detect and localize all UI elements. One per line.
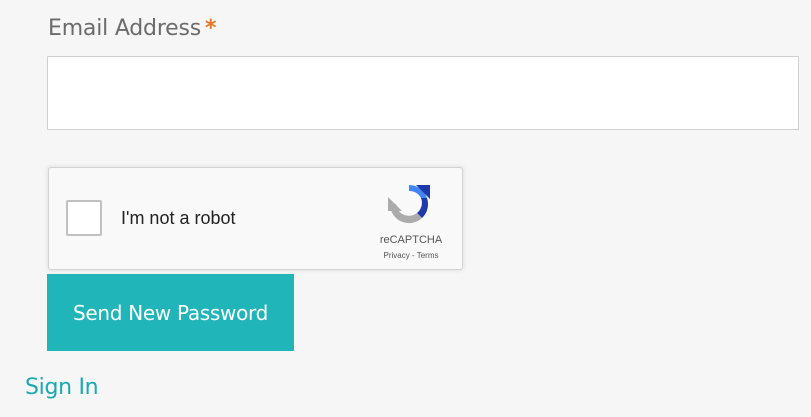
recaptcha-checkbox[interactable] — [66, 200, 102, 236]
recaptcha-link-separator: - — [411, 251, 415, 260]
recaptcha-privacy-link[interactable]: Privacy — [384, 251, 410, 260]
recaptcha-links: Privacy - Terms — [367, 251, 455, 260]
email-input[interactable] — [47, 56, 799, 130]
send-new-password-button[interactable]: Send New Password — [47, 274, 294, 351]
recaptcha-brand: reCAPTCHA — [379, 234, 443, 246]
sign-in-link[interactable]: Sign In — [25, 375, 99, 400]
recaptcha-terms-link[interactable]: Terms — [417, 251, 439, 260]
required-marker: * — [205, 16, 217, 41]
recaptcha-widget: I'm not a robot reCAPTCHA Privacy - Term… — [48, 167, 463, 270]
email-label: Email Address * — [48, 16, 217, 41]
email-label-text: Email Address — [48, 16, 202, 41]
recaptcha-logo-icon — [388, 185, 430, 224]
recaptcha-label: I'm not a robot — [121, 208, 236, 228]
